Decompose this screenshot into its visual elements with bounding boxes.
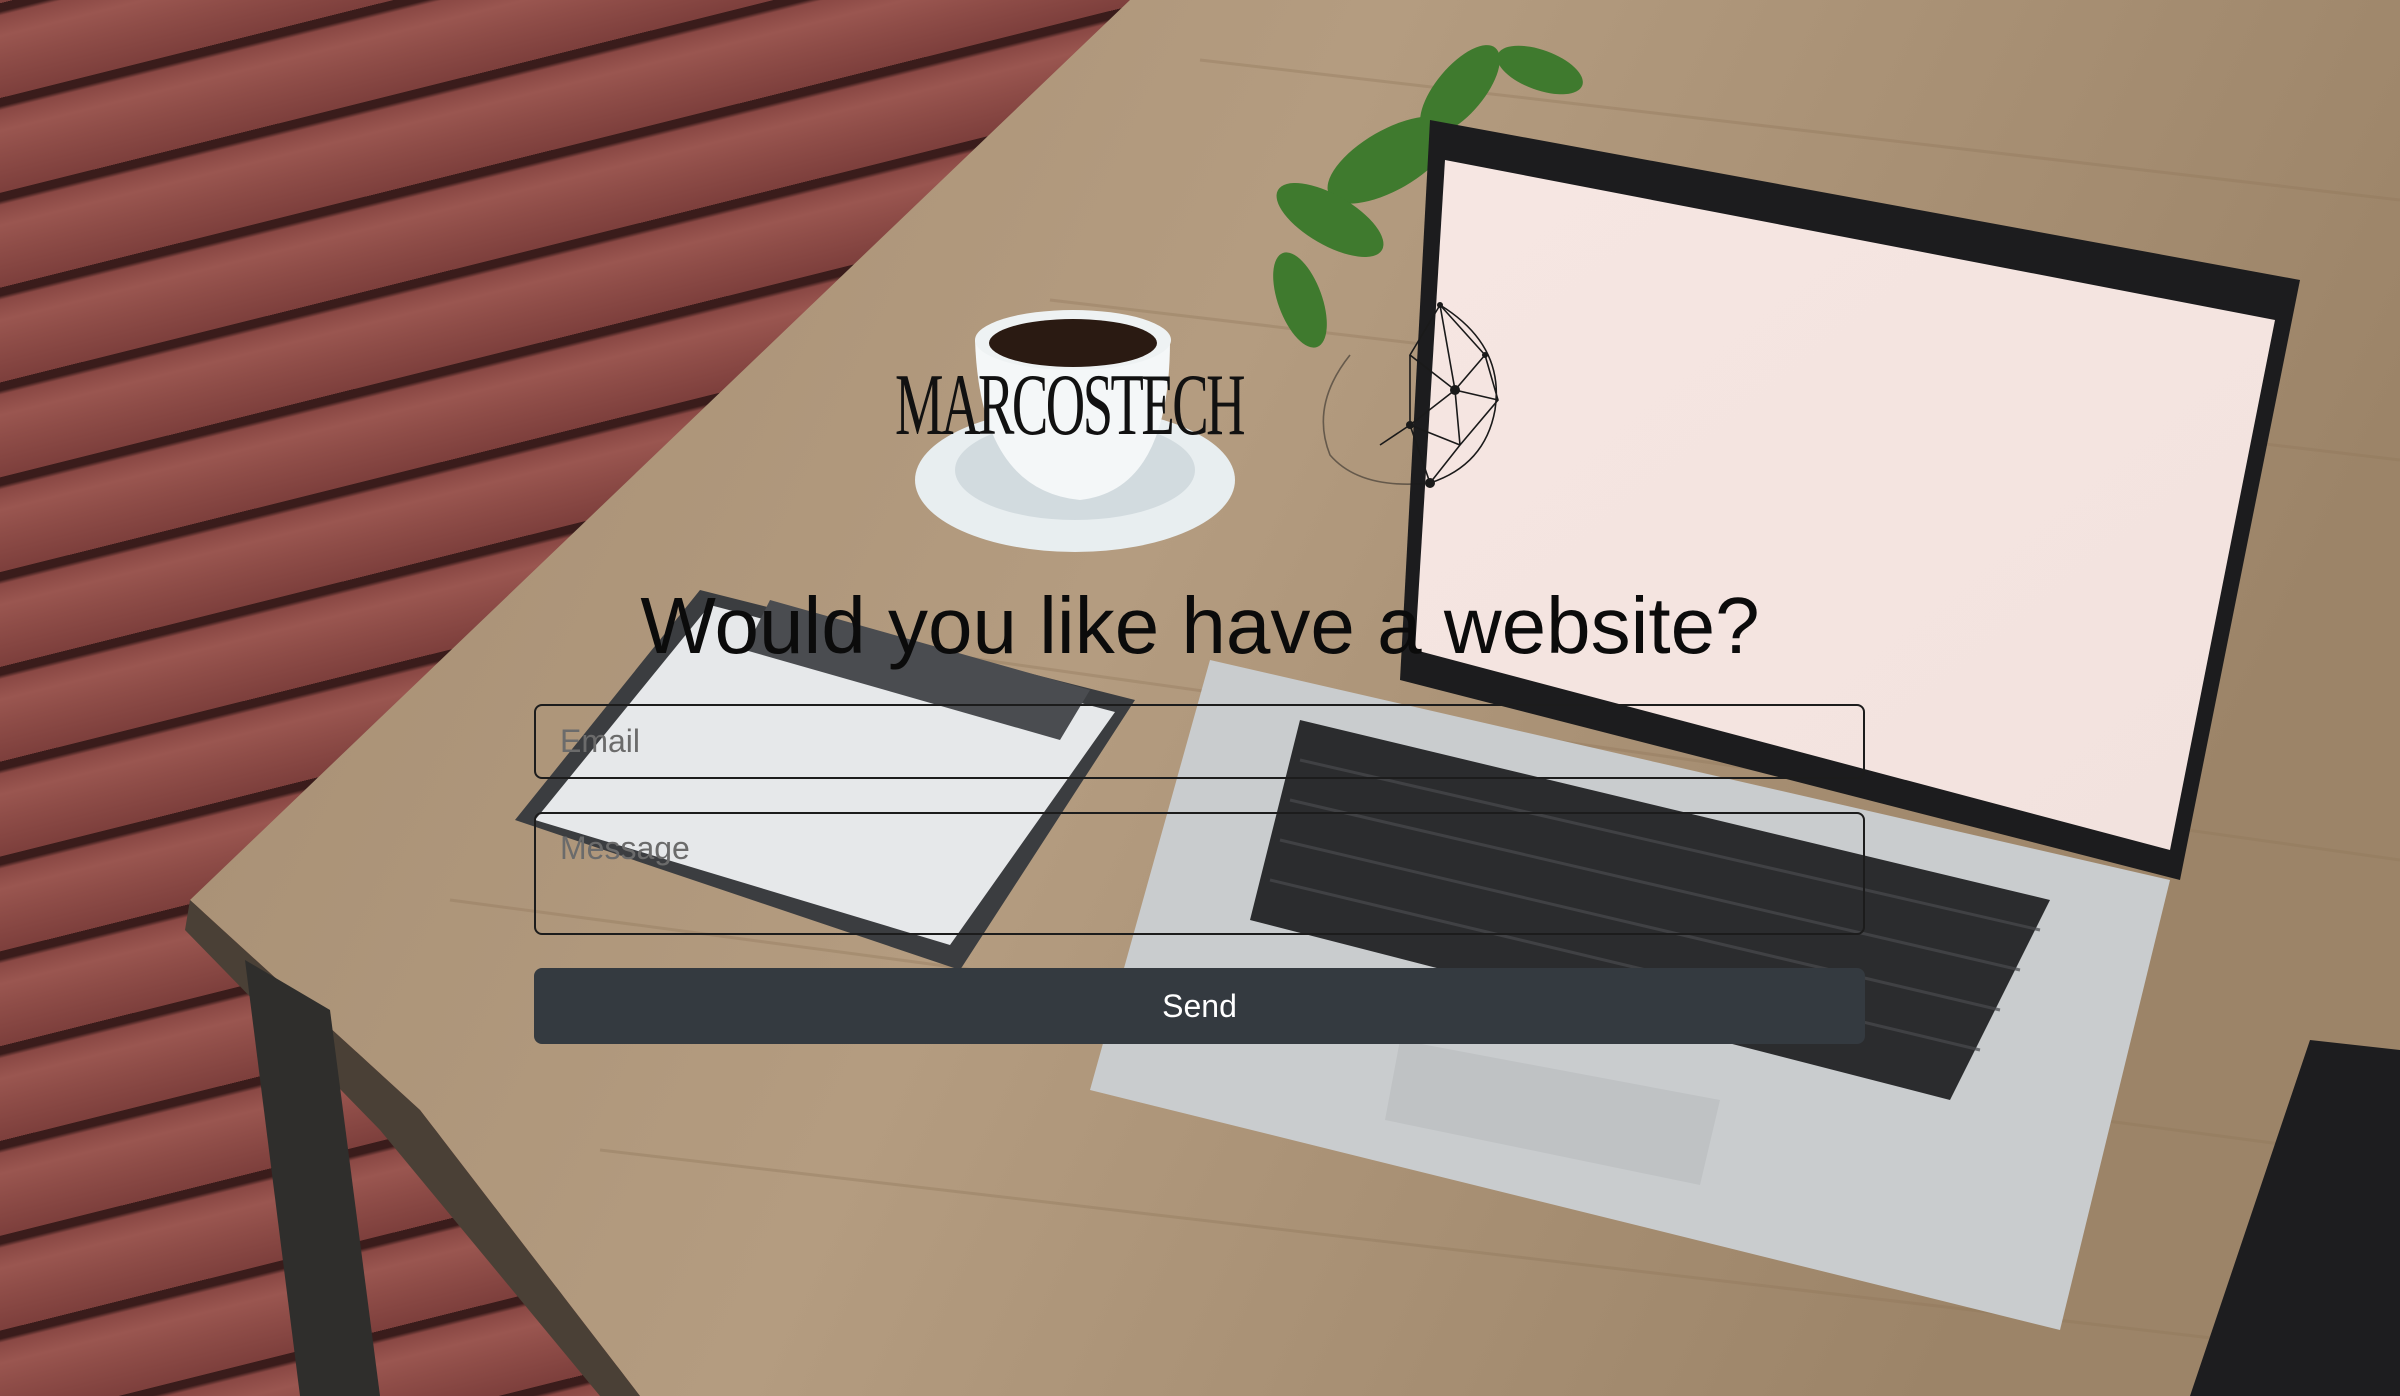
logo-text: MARCOSTECH (895, 357, 1246, 454)
page-background: MARCOSTECH Would you like have a website… (0, 0, 2400, 1396)
logo: MARCOSTECH (895, 295, 1515, 495)
page-title: Would you like have a website? (640, 581, 1760, 670)
geodesic-sphere-icon (1322, 302, 1499, 488)
email-field[interactable] (534, 704, 1865, 779)
contact-section: MARCOSTECH Would you like have a website… (0, 0, 2400, 1396)
send-button[interactable]: Send (534, 968, 1865, 1044)
message-field[interactable] (534, 812, 1865, 935)
